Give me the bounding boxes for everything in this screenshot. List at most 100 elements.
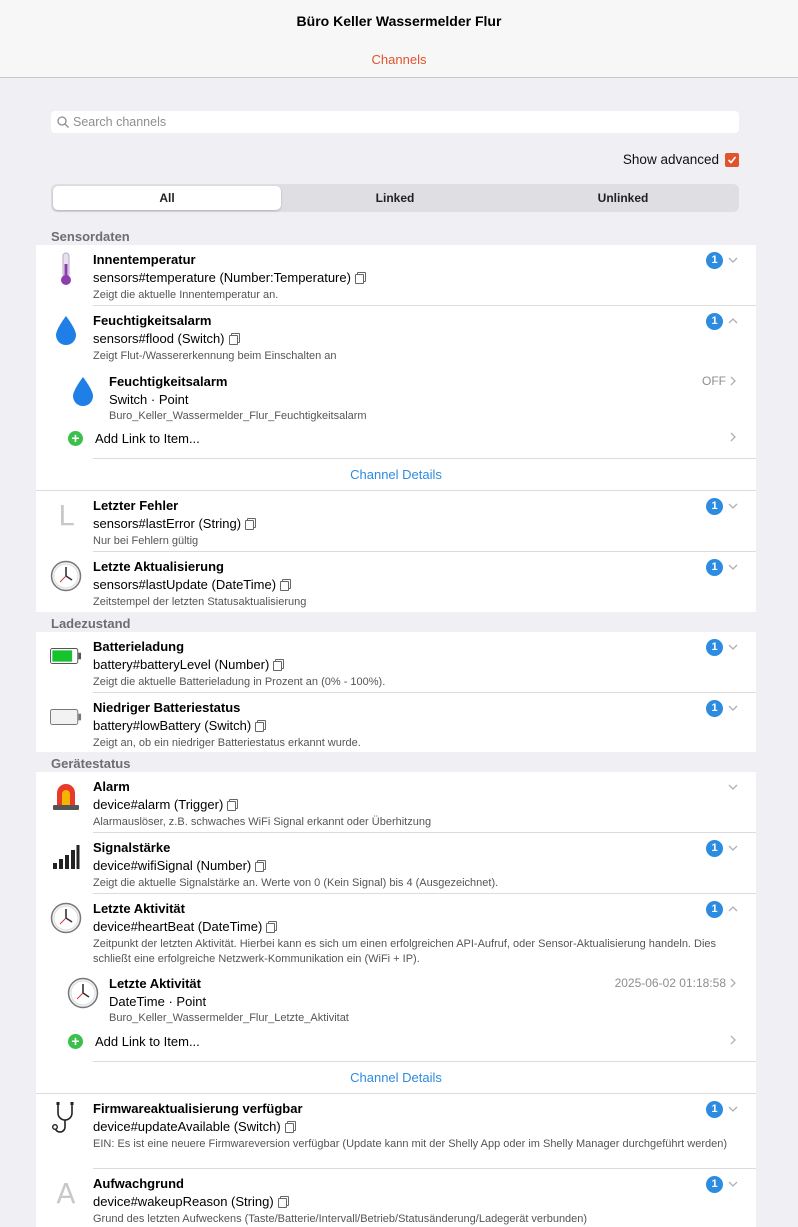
channel-name: Feuchtigkeitsalarm (93, 313, 212, 328)
copy-icon[interactable] (255, 860, 267, 872)
copy-icon[interactable] (277, 1196, 289, 1208)
show-advanced-toggle[interactable]: Show advanced (623, 152, 739, 167)
channel-uid: battery#batteryLevel (Number) (93, 657, 285, 672)
linked-item-flood[interactable]: Feuchtigkeitsalarm Switch · Point Buro_K… (36, 369, 756, 425)
channel-row-last-update[interactable]: Letzte Aktualisierung sensors#lastUpdate… (36, 552, 756, 612)
channel-name: Niedriger Batteriestatus (93, 700, 241, 715)
copy-icon[interactable] (354, 272, 366, 284)
chevron-up-icon[interactable] (726, 314, 740, 328)
item-label: Feuchtigkeitsalarm (109, 374, 228, 389)
copy-icon[interactable] (284, 1121, 296, 1133)
linked-item-heartbeat[interactable]: Letzte Aktivität DateTime · Point Buro_K… (36, 971, 756, 1027)
channel-details-link[interactable]: Channel Details (36, 467, 756, 482)
channel-uid: device#updateAvailable (Switch) (93, 1119, 296, 1134)
channel-row-alarm[interactable]: Alarm device#alarm (Trigger) Alarmauslös… (36, 772, 756, 832)
search-bar[interactable] (51, 111, 739, 133)
chevron-down-icon[interactable] (726, 701, 740, 715)
tab-channels[interactable]: Channels (0, 52, 798, 67)
link-count-badge: 1 (706, 498, 723, 515)
link-count-badge: 1 (706, 252, 723, 269)
chevron-down-icon[interactable] (726, 841, 740, 855)
item-name: Buro_Keller_Wassermelder_Flur_Feuchtigke… (109, 410, 367, 422)
copy-icon[interactable] (273, 659, 285, 671)
add-link-label: Add Link to Item... (95, 431, 200, 446)
channel-name: Aufwachgrund (93, 1176, 184, 1191)
copy-icon[interactable] (266, 921, 278, 933)
group-header-sensordaten: Sensordaten (51, 229, 130, 244)
copy-icon[interactable] (227, 799, 239, 811)
channel-row-temperature[interactable]: Innentemperatur sensors#temperature (Num… (36, 245, 756, 305)
link-count-badge: 1 (706, 559, 723, 576)
chevron-right-icon[interactable] (726, 374, 740, 388)
channel-uid: sensors#lastUpdate (DateTime) (93, 577, 292, 592)
text-icon: L (58, 498, 74, 532)
channel-description: Nur bei Fehlern gültig (93, 535, 199, 547)
channel-row-flood[interactable]: Feuchtigkeitsalarm sensors#flood (Switch… (36, 306, 756, 366)
chevron-down-icon[interactable] (726, 560, 740, 574)
link-count-badge: 1 (706, 1101, 723, 1118)
battery-full-icon (50, 636, 82, 676)
plus-icon: + (68, 431, 83, 446)
channel-description: Zeigt Flut-/Wassererkennung beim Einscha… (93, 350, 337, 362)
copy-icon[interactable] (228, 333, 240, 345)
chevron-right-icon[interactable] (726, 976, 740, 990)
link-count-badge: 1 (706, 313, 723, 330)
channel-uid: device#wakeupReason (String) (93, 1194, 289, 1209)
chevron-down-icon[interactable] (726, 1102, 740, 1116)
show-advanced-label: Show advanced (622, 152, 719, 167)
clock-icon (50, 898, 82, 938)
stethoscope-icon (50, 1098, 82, 1138)
channel-row-wifi-signal[interactable]: Signalstärke device#wifiSignal (Number) … (36, 833, 756, 893)
chevron-down-icon[interactable] (726, 499, 740, 513)
channel-uid: device#alarm (Trigger) (93, 797, 239, 812)
channel-name: Letzter Fehler (93, 498, 179, 513)
channel-name: Signalstärke (93, 840, 171, 855)
channel-uid: sensors#lastError (String) (93, 516, 257, 531)
channel-row-battery-level[interactable]: Batterieladung battery#batteryLevel (Num… (36, 632, 756, 692)
chevron-up-icon[interactable] (726, 902, 740, 916)
channel-uid: device#heartBeat (DateTime) (93, 919, 278, 934)
channel-description: EIN: Es ist eine neuere Firmwareversion … (93, 1138, 728, 1150)
copy-icon[interactable] (245, 518, 257, 530)
checkmark-icon (727, 155, 737, 164)
channel-row-heartbeat[interactable]: Letzte Aktivität device#heartBeat (DateT… (36, 894, 756, 966)
channel-description: Zeitpunkt der letzten Aktivität. Hierbei… (93, 938, 717, 965)
add-link-label: Add Link to Item... (95, 1034, 200, 1049)
channel-uid: battery#lowBattery (Switch) (93, 718, 267, 733)
copy-icon[interactable] (280, 579, 292, 591)
filter-all[interactable]: All (53, 186, 281, 210)
show-advanced-checkbox[interactable] (725, 152, 739, 167)
filter-linked[interactable]: Linked (281, 186, 509, 210)
link-count-badge: 1 (706, 700, 723, 717)
chevron-right-icon (730, 432, 736, 442)
channel-row-last-error[interactable]: L Letzter Fehler sensors#lastError (Stri… (36, 491, 756, 551)
channel-name: Innentemperatur (93, 252, 196, 267)
channel-description: Zeigt an, ob ein niedriger Batteriestatu… (93, 737, 361, 749)
item-state: OFF (702, 374, 726, 388)
water-drop-icon (66, 371, 100, 411)
channel-row-update-available[interactable]: Firmwareaktualisierung verfügbar device#… (36, 1094, 756, 1168)
channel-name: Letzte Aktualisierung (93, 559, 224, 574)
filter-unlinked[interactable]: Unlinked (509, 186, 737, 210)
channel-details-link[interactable]: Channel Details (36, 1070, 756, 1085)
chevron-down-icon[interactable] (726, 253, 740, 267)
channel-description: Zeigt die aktuelle Innentemperatur an. (93, 289, 279, 301)
link-count-badge: 1 (706, 1176, 723, 1193)
channel-description: Zeigt die aktuelle Signalstärke an. Wert… (93, 877, 499, 889)
channel-row-low-battery[interactable]: Niedriger Batteriestatus battery#lowBatt… (36, 693, 756, 753)
copy-icon[interactable] (255, 720, 267, 732)
add-link-button[interactable]: + Add Link to Item... (36, 428, 756, 450)
page-title: Büro Keller Wassermelder Flur (296, 13, 502, 29)
text-icon: A (56, 1176, 76, 1210)
search-input[interactable] (73, 115, 673, 129)
channel-row-wakeup-reason[interactable]: A Aufwachgrund device#wakeupReason (Stri… (36, 1169, 756, 1227)
add-link-button[interactable]: + Add Link to Item... (36, 1031, 756, 1053)
link-count-badge: 1 (706, 840, 723, 857)
thermometer-icon (50, 249, 82, 289)
chevron-down-icon[interactable] (726, 780, 740, 794)
chevron-down-icon[interactable] (726, 1177, 740, 1191)
channel-description: Grund des letzten Aufweckens (Taste/Batt… (93, 1213, 588, 1225)
channel-uid: device#wifiSignal (Number) (93, 858, 267, 873)
channel-description: Zeigt die aktuelle Batterieladung in Pro… (93, 676, 386, 688)
chevron-down-icon[interactable] (726, 640, 740, 654)
